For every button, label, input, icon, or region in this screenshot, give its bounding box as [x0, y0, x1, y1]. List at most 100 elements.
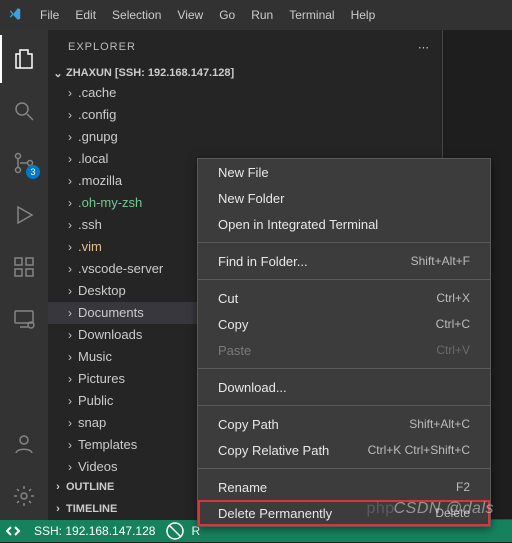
chevron-right-icon: ›	[62, 262, 78, 276]
context-menu-item[interactable]: Copy Path Shift+Alt+C	[198, 411, 490, 437]
remote-indicator[interactable]: SSH: 192.168.147.128	[6, 519, 155, 543]
context-menu-item: PasteCtrl+V	[198, 337, 490, 363]
project-name: ZHAXUN [SSH: 192.168.147.128]	[66, 67, 234, 79]
context-menu-shortcut: Ctrl+C	[436, 317, 470, 331]
context-menu-label: Copy Path	[218, 417, 279, 432]
context-menu-label: Download...	[218, 380, 287, 395]
tree-item-label: .local	[78, 151, 108, 166]
context-menu-separator	[198, 279, 490, 280]
context-menu-item[interactable]: Open in Integrated Terminal	[198, 211, 490, 237]
sidebar-more-icon[interactable]: ⋯	[418, 41, 430, 54]
context-menu-item[interactable]: New Folder	[198, 185, 490, 211]
context-menu-shortcut: Ctrl+K Ctrl+Shift+C	[368, 443, 470, 457]
sidebar-header: EXPLORER ⋯	[48, 30, 442, 65]
context-menu-item[interactable]: CopyCtrl+C	[198, 311, 490, 337]
menu-view[interactable]: View	[169, 4, 211, 26]
menu-help[interactable]: Help	[343, 4, 384, 26]
watermark: php CSDN @dals	[366, 500, 494, 518]
chevron-right-icon: ›	[62, 108, 78, 122]
context-menu-label: Find in Folder...	[218, 254, 308, 269]
menu-selection[interactable]: Selection	[104, 4, 169, 26]
tree-item-label: Desktop	[78, 283, 126, 298]
context-menu-item[interactable]: Find in Folder... Shift+Alt+F	[198, 248, 490, 274]
vscode-logo-icon	[8, 7, 24, 23]
explorer-icon[interactable]	[0, 35, 48, 83]
tree-item[interactable]: ›.cache	[48, 82, 442, 104]
tree-item-label: .vim	[78, 239, 102, 254]
context-menu-label: Open in Integrated Terminal	[218, 217, 378, 232]
accounts-icon[interactable]	[0, 420, 48, 468]
chevron-right-icon: ›	[62, 240, 78, 254]
context-menu-item[interactable]: Rename F2	[198, 474, 490, 500]
chevron-right-icon: ›	[62, 416, 78, 430]
tree-item-label: Pictures	[78, 371, 125, 386]
menu-run[interactable]: Run	[243, 4, 281, 26]
source-control-icon[interactable]: 3	[0, 139, 48, 187]
tree-item-label: .vscode-server	[78, 261, 163, 276]
menu-terminal[interactable]: Terminal	[281, 4, 342, 26]
chevron-right-icon: ›	[62, 86, 78, 100]
context-menu-shortcut: F2	[456, 480, 470, 494]
tree-item-label: .oh-my-zsh	[78, 195, 142, 210]
context-menu-item[interactable]: Cut Ctrl+X	[198, 285, 490, 311]
remote-label: SSH: 192.168.147.128	[34, 524, 155, 538]
tree-item[interactable]: ›.config	[48, 104, 442, 126]
chevron-right-icon: ›	[62, 196, 78, 210]
context-menu-item[interactable]: New File	[198, 159, 490, 185]
context-menu-item[interactable]: Copy Relative Path Ctrl+K Ctrl+Shift+C	[198, 437, 490, 463]
context-menu-separator	[198, 368, 490, 369]
menu-file[interactable]: File	[32, 4, 67, 26]
context-menu-label: Copy Relative Path	[218, 443, 329, 458]
menu-edit[interactable]: Edit	[67, 4, 104, 26]
tree-item-label: .gnupg	[78, 129, 118, 144]
tree-item-label: .mozilla	[78, 173, 122, 188]
remote-explorer-icon[interactable]	[0, 295, 48, 343]
context-menu-label: Delete Permanently	[218, 506, 332, 521]
settings-gear-icon[interactable]	[0, 472, 48, 520]
section-label: OUTLINE	[66, 481, 114, 493]
run-debug-icon[interactable]	[0, 191, 48, 239]
chevron-down-icon: ⌄	[50, 67, 66, 80]
watermark-php: php	[366, 500, 394, 517]
tree-item-label: Downloads	[78, 327, 142, 342]
chevron-right-icon: ›	[62, 460, 78, 474]
section-label: TIMELINE	[66, 503, 117, 515]
chevron-right-icon: ›	[62, 372, 78, 386]
chevron-right-icon: ›	[62, 438, 78, 452]
tree-item-label: Templates	[78, 437, 137, 452]
chevron-right-icon: ›	[62, 174, 78, 188]
context-menu-shortcut: Shift+Alt+C	[409, 417, 470, 431]
chevron-right-icon: ›	[62, 284, 78, 298]
context-menu-label: New Folder	[218, 191, 284, 206]
context-menu-separator	[198, 242, 490, 243]
project-header[interactable]: ⌄ ZHAXUN [SSH: 192.168.147.128]	[48, 65, 442, 82]
menu-go[interactable]: Go	[211, 4, 243, 26]
status-r[interactable]: R	[163, 519, 200, 543]
context-menu-shortcut: Ctrl+X	[436, 291, 470, 305]
context-menu-label: Paste	[218, 343, 251, 358]
chevron-right-icon: ›	[62, 152, 78, 166]
tree-item-label: .cache	[78, 85, 116, 100]
context-menu: New File New Folder Open in Integrated Ter…	[197, 158, 491, 527]
tree-item[interactable]: ›.gnupg	[48, 126, 442, 148]
tree-item-label: Public	[78, 393, 113, 408]
context-menu-label: New File	[218, 165, 269, 180]
chevron-right-icon: ›	[62, 328, 78, 342]
tree-item-label: Documents	[78, 305, 144, 320]
extensions-icon[interactable]	[0, 243, 48, 291]
activity-bar: 3	[0, 30, 48, 520]
tree-item-label: snap	[78, 415, 106, 430]
tree-item-label: .config	[78, 107, 116, 122]
watermark-csdn: CSDN @dals	[394, 500, 494, 517]
context-menu-separator	[198, 468, 490, 469]
chevron-right-icon: ›	[50, 481, 66, 493]
context-menu-item[interactable]: Download...	[198, 374, 490, 400]
tree-item-label: Videos	[78, 459, 118, 474]
context-menu-label: Rename	[218, 480, 267, 495]
tree-item-label: .ssh	[78, 217, 102, 232]
chevron-right-icon: ›	[50, 503, 66, 515]
context-menu-shortcut: Shift+Alt+F	[411, 254, 470, 268]
search-icon[interactable]	[0, 87, 48, 135]
menu-bar: File Edit Selection View Go Run Terminal…	[0, 0, 512, 30]
context-menu-label: Cut	[218, 291, 238, 306]
